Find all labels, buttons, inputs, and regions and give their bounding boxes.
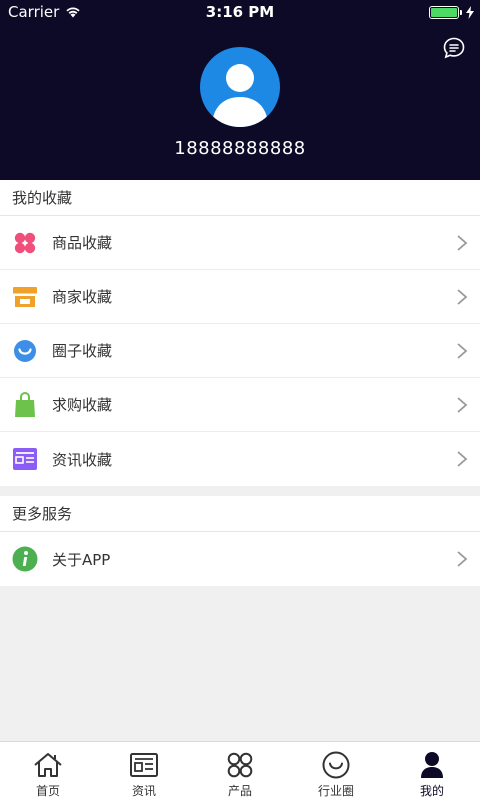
user-icon (417, 750, 447, 780)
avatar[interactable] (200, 47, 280, 127)
about-app-label: 关于APP (52, 550, 111, 569)
tab-mine-label: 我的 (419, 784, 444, 798)
chevron-right-icon (457, 551, 468, 567)
tab-bar: 首页 资讯 产品 行业圈 我的 (0, 741, 480, 800)
tab-industry-circle-label: 行业圈 (317, 784, 354, 798)
status-bar: Carrier 3:16 PM (0, 0, 480, 26)
favorite-news-row[interactable]: 资讯收藏 (0, 432, 480, 486)
product-icon (225, 750, 255, 780)
about-app-row[interactable]: 关于APP (0, 532, 480, 586)
home-icon (33, 750, 63, 780)
news-card-icon (12, 446, 38, 472)
tab-mine[interactable]: 我的 (384, 742, 480, 800)
battery-icon (429, 6, 474, 19)
favorite-shops-row[interactable]: 商家收藏 (0, 270, 480, 324)
favorite-circles-label: 圈子收藏 (52, 342, 113, 360)
shop-icon (12, 284, 38, 310)
message-icon[interactable] (442, 36, 466, 60)
tab-home-label: 首页 (35, 784, 60, 798)
clover-icon (12, 230, 38, 256)
favorite-goods-label: 商品收藏 (52, 234, 113, 252)
favorite-requests-label: 求购收藏 (52, 396, 113, 414)
user-silhouette-icon (212, 64, 268, 127)
info-icon (12, 546, 38, 572)
more-services-section: 更多服务 关于APP (0, 496, 480, 586)
circle-icon (321, 750, 351, 780)
favorites-title: 我的收藏 (0, 180, 480, 216)
favorite-circles-row[interactable]: 圈子收藏 (0, 324, 480, 378)
user-phone: 18888888888 (174, 138, 306, 159)
favorite-shops-label: 商家收藏 (52, 288, 113, 306)
tab-news[interactable]: 资讯 (96, 742, 192, 800)
favorite-news-label: 资讯收藏 (52, 450, 113, 469)
tab-products-label: 产品 (227, 784, 252, 798)
chevron-right-icon (457, 397, 468, 413)
tab-industry-circle[interactable]: 行业圈 (288, 742, 384, 800)
smile-circle-icon (12, 338, 38, 364)
status-time: 3:16 PM (205, 3, 275, 21)
chevron-right-icon (457, 343, 468, 359)
news-icon (129, 750, 159, 780)
favorite-goods-row[interactable]: 商品收藏 (0, 216, 480, 270)
more-services-title: 更多服务 (0, 496, 480, 532)
chevron-right-icon (457, 451, 468, 467)
tab-home[interactable]: 首页 (0, 742, 96, 800)
profile-header: Carrier 3:16 PM 18888888888 (0, 0, 480, 180)
chevron-right-icon (457, 235, 468, 251)
tab-products[interactable]: 产品 (192, 742, 288, 800)
shopping-bag-icon (12, 391, 38, 418)
chevron-right-icon (457, 289, 468, 305)
favorites-section: 我的收藏 商品收藏 商家收藏 圈子收藏 求购收藏 资讯收藏 (0, 180, 480, 486)
tab-news-label: 资讯 (131, 784, 156, 798)
favorite-requests-row[interactable]: 求购收藏 (0, 378, 480, 432)
